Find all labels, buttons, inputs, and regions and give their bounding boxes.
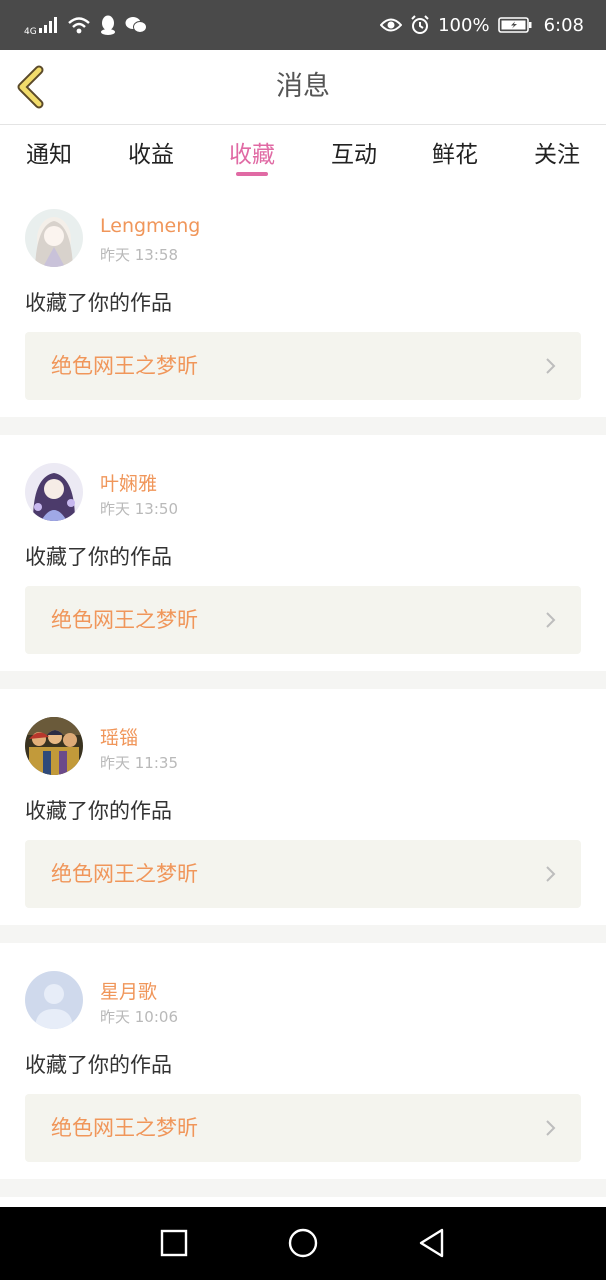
eye-icon bbox=[380, 17, 403, 33]
timestamp: 昨天 13:50 bbox=[100, 500, 178, 518]
tab-notifications[interactable]: 通知 bbox=[9, 135, 89, 169]
status-bar-left: 4G bbox=[24, 14, 147, 37]
work-title: 绝色网王之梦昕 bbox=[51, 608, 198, 632]
tab-favorites[interactable]: 收藏 bbox=[212, 135, 292, 169]
username[interactable]: Lengmeng bbox=[100, 215, 200, 237]
alarm-icon bbox=[410, 15, 430, 35]
default-avatar-icon bbox=[25, 971, 83, 1029]
chevron-right-icon bbox=[546, 1120, 556, 1136]
chevron-right-icon bbox=[546, 358, 556, 374]
chevron-right-icon bbox=[546, 612, 556, 628]
signal-icon bbox=[38, 17, 59, 33]
status-bar-right: 100% 6:08 bbox=[380, 15, 584, 36]
triangle-back-icon[interactable] bbox=[418, 1227, 446, 1259]
work-title: 绝色网王之梦昕 bbox=[51, 354, 198, 378]
divider bbox=[0, 671, 606, 689]
work-link[interactable]: 绝色网王之梦昕 bbox=[25, 840, 581, 908]
divider bbox=[0, 925, 606, 943]
notification-card: 星月歌 昨天 10:06 收藏了你的作品 绝色网王之梦昕 bbox=[0, 943, 606, 1179]
notification-card: 瑶锱 昨天 11:35 收藏了你的作品 绝色网王之梦昕 bbox=[0, 689, 606, 925]
tab-earnings[interactable]: 收益 bbox=[111, 135, 191, 169]
network-type: 4G bbox=[24, 26, 37, 37]
page-title: 消息 bbox=[276, 71, 330, 102]
header-bar: 消息 bbox=[0, 50, 606, 125]
clock-time: 6:08 bbox=[543, 14, 584, 36]
action-text: 收藏了你的作品 bbox=[25, 545, 172, 569]
username[interactable]: 星月歌 bbox=[100, 977, 157, 1004]
system-nav-bar bbox=[0, 1207, 606, 1280]
chevron-right-icon bbox=[546, 866, 556, 882]
action-text: 收藏了你的作品 bbox=[25, 1053, 172, 1077]
wifi-icon bbox=[67, 16, 91, 34]
tab-following[interactable]: 关注 bbox=[517, 135, 597, 169]
divider bbox=[0, 1179, 606, 1197]
username[interactable]: 叶娴雅 bbox=[100, 469, 157, 496]
battery-icon bbox=[497, 17, 532, 33]
timestamp: 昨天 13:58 bbox=[100, 246, 178, 264]
work-title: 绝色网王之梦昕 bbox=[51, 862, 198, 886]
timestamp: 昨天 10:06 bbox=[100, 1008, 178, 1026]
active-tab-indicator bbox=[236, 172, 268, 176]
work-link[interactable]: 绝色网王之梦昕 bbox=[25, 332, 581, 400]
avatar[interactable] bbox=[25, 463, 83, 521]
circle-icon[interactable] bbox=[288, 1227, 318, 1259]
avatar[interactable] bbox=[25, 209, 83, 267]
work-link[interactable]: 绝色网王之梦昕 bbox=[25, 586, 581, 654]
qq-icon bbox=[99, 15, 117, 35]
status-bar: 4G 100% 6:08 bbox=[0, 0, 606, 50]
work-link[interactable]: 绝色网王之梦昕 bbox=[25, 1094, 581, 1162]
avatar[interactable] bbox=[25, 717, 83, 775]
username[interactable]: 瑶锱 bbox=[100, 723, 138, 750]
timestamp: 昨天 11:35 bbox=[100, 754, 178, 772]
action-text: 收藏了你的作品 bbox=[25, 291, 172, 315]
notification-card: Lengmeng 昨天 13:58 收藏了你的作品 绝色网王之梦昕 bbox=[0, 181, 606, 417]
avatar[interactable] bbox=[25, 971, 83, 1029]
divider bbox=[0, 417, 606, 435]
action-text: 收藏了你的作品 bbox=[25, 799, 172, 823]
notification-list: Lengmeng 昨天 13:58 收藏了你的作品 绝色网王之梦昕 叶娴雅 昨天… bbox=[0, 181, 606, 1197]
notification-card: 叶娴雅 昨天 13:50 收藏了你的作品 绝色网王之梦昕 bbox=[0, 435, 606, 671]
work-title: 绝色网王之梦昕 bbox=[51, 1116, 198, 1140]
battery-percent: 100% bbox=[438, 14, 490, 36]
tab-flowers[interactable]: 鲜花 bbox=[415, 135, 495, 169]
wechat-icon bbox=[125, 16, 147, 34]
tab-bar: 通知 收益 收藏 互动 鲜花 关注 bbox=[0, 125, 606, 181]
square-icon[interactable] bbox=[160, 1227, 188, 1259]
tab-interactions[interactable]: 互动 bbox=[314, 135, 394, 169]
